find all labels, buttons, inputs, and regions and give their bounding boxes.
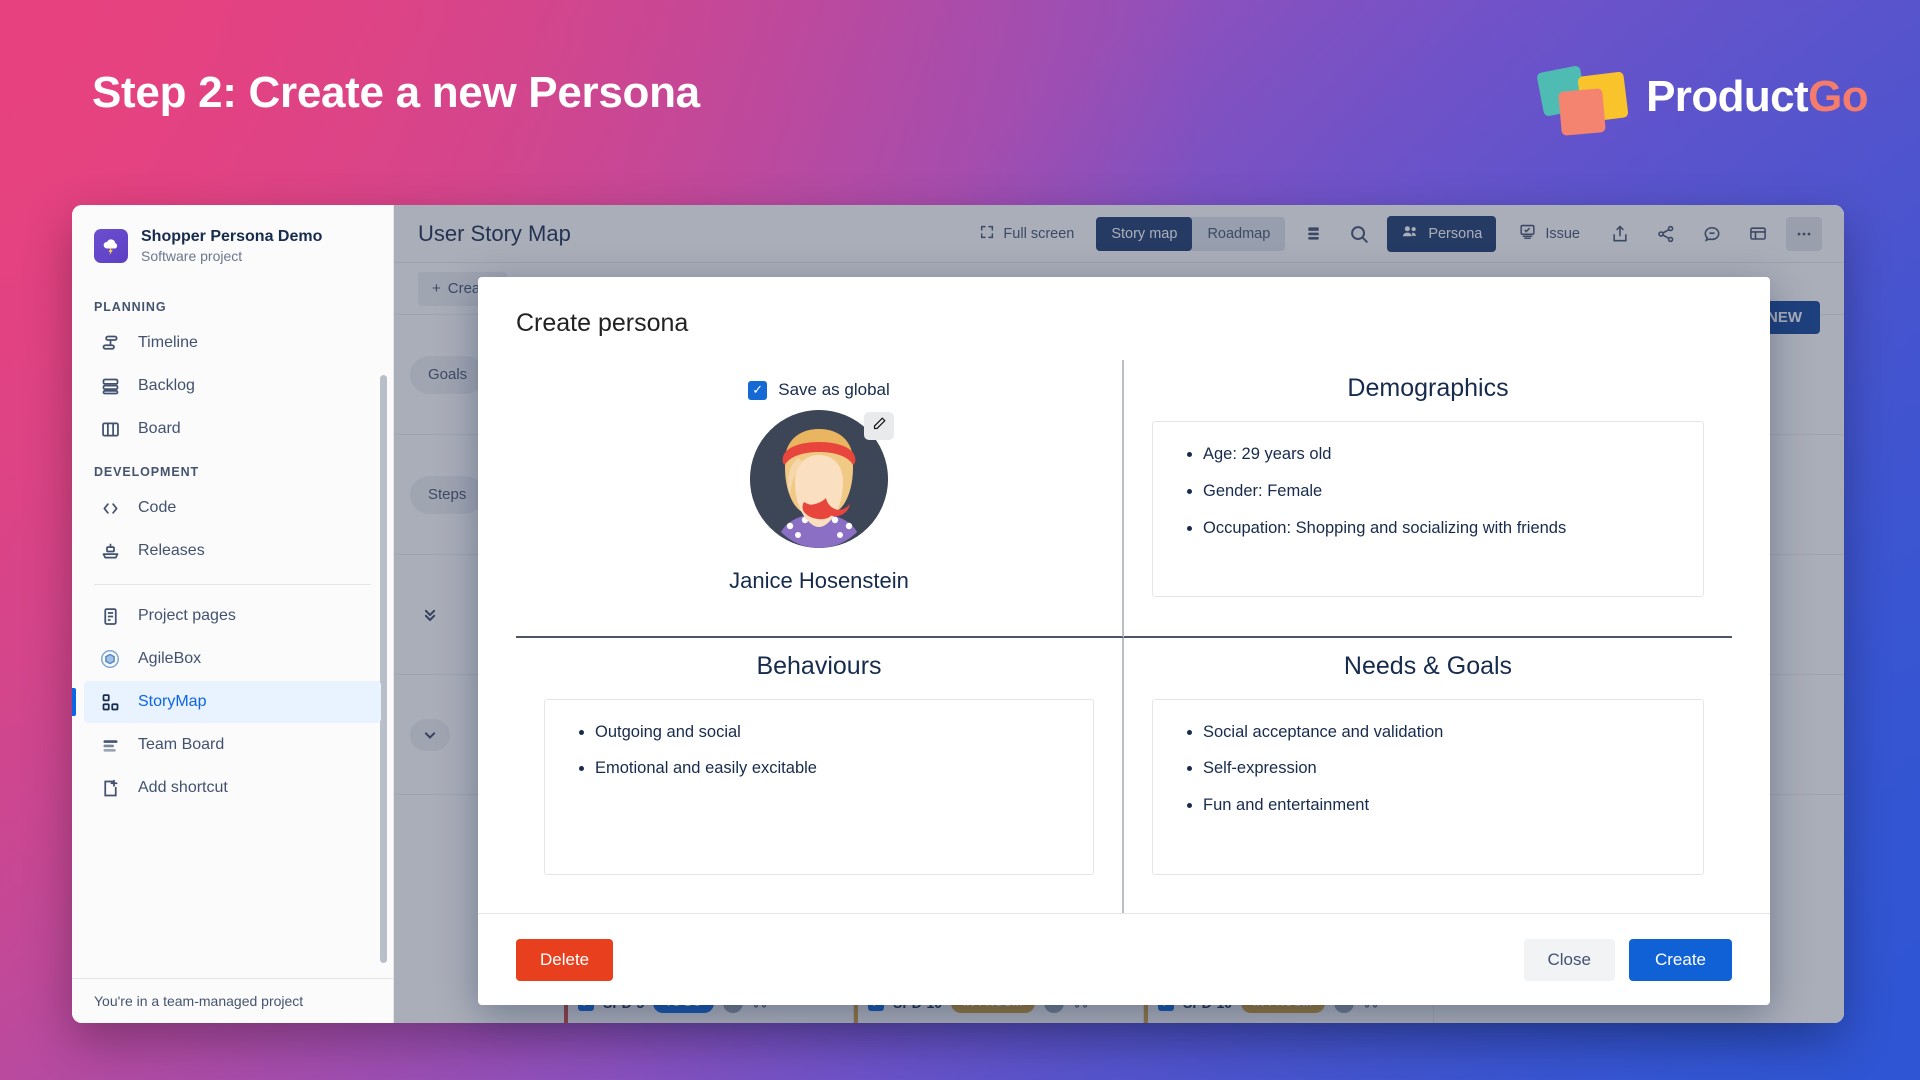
project-header[interactable]: Shopper Persona Demo Software project (72, 205, 393, 270)
close-button[interactable]: Close (1523, 938, 1615, 981)
sidebar-item-label: Backlog (138, 377, 195, 394)
backlog-icon (98, 374, 122, 398)
list-item: Gender: Female (1203, 479, 1677, 504)
page-title: Step 2: Create a new Persona (92, 68, 700, 117)
persona-name: Janice Hosenstein (729, 568, 909, 593)
sidebar-item-backlog[interactable]: Backlog (84, 365, 381, 407)
sidebar-item-code[interactable]: Code (84, 487, 381, 529)
page-icon (98, 604, 122, 628)
persona-quadrant-grid: ✓ Save as global Janice Hosenstein Demog… (516, 360, 1732, 913)
dialog-footer: Delete Close Create (478, 913, 1770, 1005)
list-item: Age: 29 years old (1203, 442, 1677, 467)
needs-goals-cell: Needs & Goals Social acceptance and vali… (1124, 638, 1732, 914)
sidebar-divider (94, 584, 371, 585)
list-item: Social acceptance and validation (1203, 720, 1677, 745)
demographics-box[interactable]: Age: 29 years old Gender: Female Occupat… (1152, 421, 1704, 597)
sidebar-item-add-shortcut[interactable]: Add shortcut (84, 767, 381, 809)
demographics-title: Demographics (1347, 374, 1509, 402)
project-name: Shopper Persona Demo (141, 228, 323, 245)
list-item: Occupation: Shopping and socializing wit… (1203, 516, 1677, 541)
sidebar-item-timeline[interactable]: Timeline (84, 322, 381, 364)
board-icon (98, 417, 122, 441)
demographics-cell: Demographics Age: 29 years old Gender: F… (1124, 360, 1732, 638)
productgo-logo: ProductGo (1536, 63, 1869, 136)
needs-goals-box[interactable]: Social acceptance and validation Self-ex… (1152, 698, 1704, 875)
needs-goals-title: Needs & Goals (1343, 651, 1513, 680)
persona-avatar-wrap[interactable] (750, 410, 894, 548)
sidebar-item-team-board[interactable]: Team Board (84, 724, 381, 766)
persona-identity-cell: ✓ Save as global Janice Hosenstein (516, 360, 1124, 638)
logo-squares-icon (1536, 63, 1636, 136)
save-as-global-label: Save as global (778, 380, 890, 399)
add-shortcut-icon (98, 776, 122, 800)
pencil-icon (872, 416, 887, 436)
sidebar-item-label: Code (138, 499, 177, 516)
team-board-icon (98, 733, 122, 757)
sidebar-item-label: Project pages (138, 607, 236, 624)
sidebar-item-label: Team Board (138, 736, 225, 753)
sidebar-item-label: StoryMap (138, 693, 207, 710)
sidebar-item-board[interactable]: Board (84, 408, 381, 450)
agilebox-icon (98, 647, 122, 671)
dialog-header: Create persona (478, 277, 1770, 338)
storymap-icon (98, 690, 122, 714)
section-label-planning: PLANNING (94, 300, 167, 314)
sidebar-item-project-pages[interactable]: Project pages (84, 595, 381, 637)
project-subtitle: Software project (141, 248, 243, 264)
dialog-title: Create persona (516, 309, 689, 337)
logo-text-go: Go (1808, 72, 1869, 121)
behaviours-box[interactable]: Outgoing and social Emotional and easily… (544, 698, 1094, 875)
code-icon (98, 496, 122, 520)
behaviours-title: Behaviours (756, 651, 882, 680)
section-label-development: DEVELOPMENT (94, 465, 200, 479)
list-item: Emotional and easily excitable (595, 756, 1067, 781)
list-item: Fun and entertainment (1203, 793, 1677, 818)
create-button[interactable]: Create (1628, 938, 1732, 981)
sidebar-item-label: Add shortcut (138, 779, 228, 796)
sidebar-nav: PLANNING Timeline Backlog Board DEVELOPM… (72, 270, 393, 978)
timeline-icon (98, 331, 122, 355)
create-persona-dialog: Create persona ✓ Save as global Janice H… (478, 277, 1770, 1005)
sidebar-footer-note: You're in a team-managed project (72, 978, 393, 1023)
sidebar: Shopper Persona Demo Software project PL… (72, 205, 394, 1023)
save-as-global-row[interactable]: ✓ Save as global (748, 380, 890, 400)
delete-button[interactable]: Delete (516, 938, 614, 981)
sidebar-scrollbar[interactable] (380, 375, 387, 963)
dialog-body: ✓ Save as global Janice Hosenstein Demog… (478, 338, 1770, 913)
sidebar-item-agilebox[interactable]: AgileBox (84, 638, 381, 680)
sidebar-item-releases[interactable]: Releases (84, 530, 381, 572)
list-item: Outgoing and social (595, 720, 1067, 745)
list-item: Self-expression (1203, 756, 1677, 781)
sidebar-item-label: Board (138, 420, 181, 437)
sidebar-item-label: Releases (138, 542, 205, 559)
logo-wordmark: ProductGo (1646, 72, 1869, 121)
behaviours-cell: Behaviours Outgoing and social Emotional… (516, 637, 1124, 913)
logo-text-product: Product (1646, 72, 1809, 121)
save-as-global-checkbox[interactable]: ✓ (748, 380, 768, 400)
sidebar-item-label: Timeline (138, 334, 198, 351)
sidebar-item-storymap[interactable]: StoryMap (72, 681, 381, 723)
edit-avatar-button[interactable] (864, 412, 894, 440)
thunder-cloud-icon (94, 228, 128, 263)
releases-icon (98, 539, 122, 563)
sidebar-item-label: AgileBox (138, 650, 202, 667)
